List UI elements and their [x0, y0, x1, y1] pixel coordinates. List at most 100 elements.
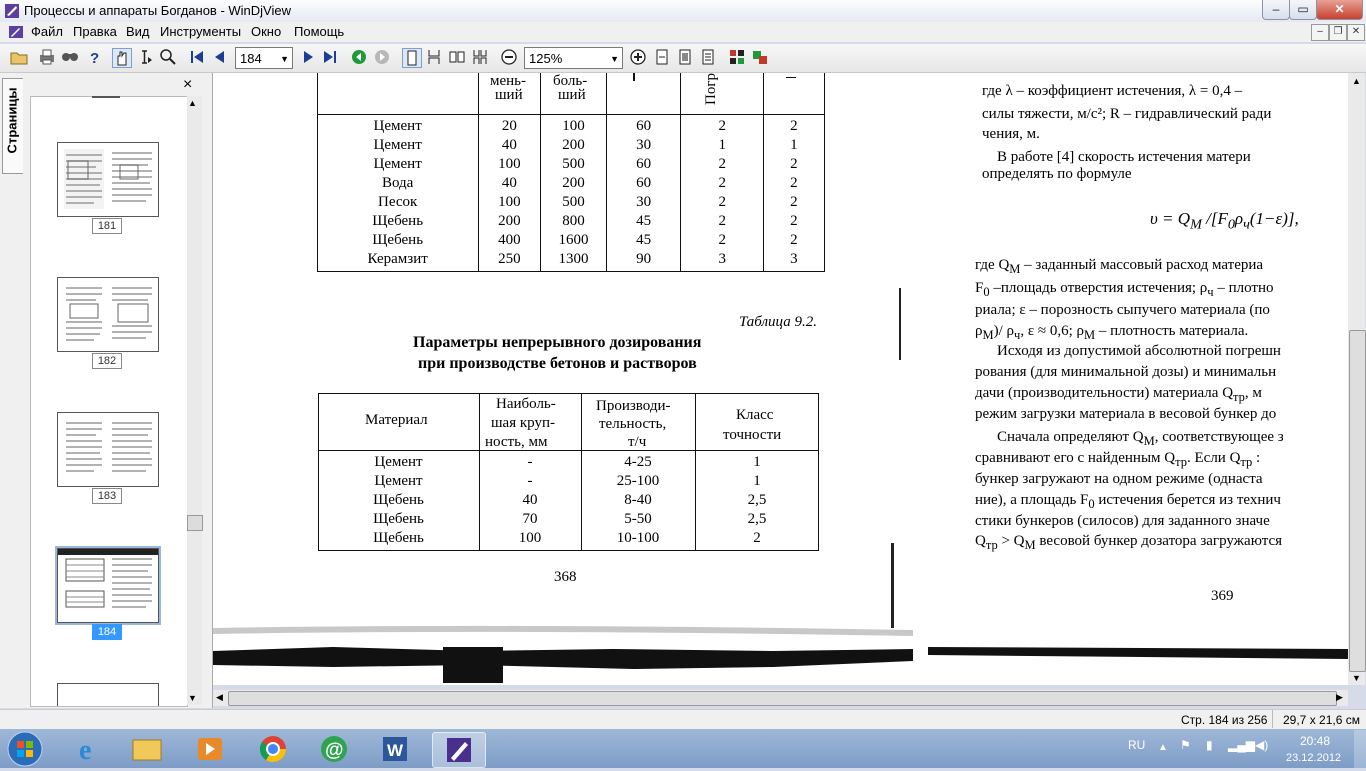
sidebar-close-icon[interactable]: ×: [183, 76, 192, 94]
first-page-icon[interactable]: [188, 48, 206, 66]
table-cell: Цемент: [374, 473, 423, 489]
next-page-icon[interactable]: [299, 48, 317, 66]
select-tool-icon[interactable]: [136, 48, 154, 66]
tray-expand-icon[interactable]: ▲: [1158, 742, 1168, 753]
forward-icon[interactable]: [373, 48, 391, 66]
taskbar-ie-icon[interactable]: e: [64, 732, 116, 766]
table-cell: 500: [562, 156, 585, 172]
table-cell: 3: [718, 251, 727, 267]
table-cell: 100: [498, 156, 521, 172]
display-mode-icon[interactable]: [728, 48, 746, 66]
table-header: Наиболь-: [496, 396, 556, 412]
taskbar-explorer-icon[interactable]: [121, 732, 173, 766]
taskbar-mail-agent-icon[interactable]: @: [308, 732, 360, 766]
table-cell: 4-25: [624, 454, 652, 470]
menu-tools[interactable]: Инструменты: [160, 24, 241, 39]
flag-icon[interactable]: ⚑: [1180, 738, 1191, 752]
table-cell: 2: [790, 156, 798, 172]
document-icon[interactable]: [8, 25, 24, 39]
menu-file[interactable]: Файл: [31, 24, 63, 39]
zoom-select[interactable]: 125% ▼: [524, 47, 623, 69]
actual-size-icon[interactable]: [699, 48, 717, 66]
show-desktop-button[interactable]: [1354, 730, 1366, 768]
table-cell: 90: [636, 251, 652, 267]
clock-date[interactable]: 23.12.2012: [1286, 752, 1341, 764]
menu-window[interactable]: Окно: [251, 24, 281, 39]
menu-help[interactable]: Помощь: [294, 24, 344, 39]
open-icon[interactable]: [10, 48, 28, 66]
thumbnail-page[interactable]: [57, 142, 159, 217]
scroll-down-icon[interactable]: ▼: [1352, 673, 1361, 683]
zoom-tool-icon[interactable]: [159, 48, 177, 66]
taskbar-chrome-icon[interactable]: [247, 732, 299, 766]
facing-pages-icon[interactable]: [448, 48, 466, 66]
last-page-icon[interactable]: [321, 48, 339, 66]
maximize-button[interactable]: ▭: [1289, 0, 1317, 20]
page-number-select[interactable]: 184 ▼: [235, 47, 293, 69]
menu-view[interactable]: Вид: [126, 24, 150, 39]
start-button[interactable]: [5, 730, 45, 768]
thumbnail-page[interactable]: [57, 277, 159, 352]
thumbnail-page[interactable]: [57, 412, 159, 487]
continuous-page-icon[interactable]: [425, 48, 443, 66]
taskbar-media-icon[interactable]: [184, 732, 236, 766]
document-view[interactable]: мень- ший боль- ший Погр Цемент 20 100 60 2 2…: [213, 73, 1348, 685]
language-indicator[interactable]: RU: [1128, 738, 1145, 752]
network-icon[interactable]: ▂▄▆: [1228, 738, 1255, 752]
chevron-down-icon: ▼: [280, 54, 289, 64]
doc-minimize-button[interactable]: –: [1311, 24, 1329, 41]
vertical-scroll-thumb[interactable]: [1349, 330, 1366, 672]
minimize-button[interactable]: –: [1262, 0, 1290, 20]
text-line: ние), а площадь F0 истечения берется из …: [975, 492, 1281, 511]
print-icon[interactable]: [38, 48, 56, 66]
table-cell: 2: [790, 118, 798, 134]
battery-icon[interactable]: ▮: [1206, 738, 1213, 752]
table-row: Цемент - 25-100 1: [318, 472, 819, 491]
table-cell: 5-50: [624, 511, 652, 527]
thumbnail-page[interactable]: [57, 683, 159, 706]
help-icon[interactable]: ?: [85, 48, 103, 66]
previous-page-icon[interactable]: [211, 48, 229, 66]
menu-edit[interactable]: Правка: [73, 24, 117, 39]
table-cell: 45: [636, 232, 652, 248]
scroll-up-icon[interactable]: ▲: [1352, 76, 1361, 86]
text-line: риала; ε – порозность сыпучего материала…: [975, 302, 1270, 318]
thumbnail-page-selected[interactable]: [55, 546, 161, 625]
scroll-down-icon[interactable]: ▼: [188, 693, 197, 703]
table-divider: [318, 450, 819, 451]
scroll-right-icon[interactable]: ▶: [1336, 692, 1343, 703]
table-cell: 100: [562, 118, 585, 134]
status-divider: [1272, 710, 1273, 728]
thumbnail-label-selected: 184: [92, 624, 122, 640]
scroll-up-icon[interactable]: ▲: [188, 98, 197, 108]
clock-time[interactable]: 20:48: [1300, 734, 1330, 748]
continuous-facing-icon[interactable]: [471, 48, 489, 66]
close-button[interactable]: ✕: [1316, 0, 1363, 20]
table-cell: 1: [718, 137, 727, 153]
table-row: Щебень 40 8-40 2,5: [318, 491, 819, 510]
sidebar-scrollbar[interactable]: [187, 96, 202, 705]
hand-tool-icon[interactable]: [112, 48, 132, 68]
window-title: Процессы и аппараты Богданов - WinDjView: [24, 3, 291, 18]
volume-icon[interactable]: ◀): [1255, 738, 1268, 752]
doc-restore-button[interactable]: ❐: [1329, 24, 1347, 41]
single-page-icon[interactable]: [402, 48, 422, 68]
taskbar-windjview-icon[interactable]: [432, 732, 486, 768]
taskbar-word-icon[interactable]: W: [369, 732, 421, 766]
doc-close-button[interactable]: ✕: [1347, 24, 1365, 41]
zoom-out-icon[interactable]: [500, 48, 518, 66]
back-icon[interactable]: [350, 48, 368, 66]
scroll-left-icon[interactable]: ◀: [216, 692, 223, 703]
sidebar-scroll-thumb[interactable]: [187, 515, 203, 531]
table-cell: 2,5: [747, 511, 767, 527]
table-cell: 1: [753, 473, 761, 489]
text-line: бункер загружают на одном режиме (однаст…: [975, 471, 1263, 487]
find-icon[interactable]: [61, 48, 79, 66]
fit-width-icon[interactable]: [653, 48, 671, 66]
table-cell: 60: [636, 175, 652, 191]
table-cell: Цемент: [373, 156, 422, 172]
layers-icon[interactable]: [751, 48, 769, 66]
horizontal-scroll-thumb[interactable]: [228, 691, 1337, 706]
fit-page-icon[interactable]: [676, 48, 694, 66]
zoom-in-icon[interactable]: [629, 48, 647, 66]
